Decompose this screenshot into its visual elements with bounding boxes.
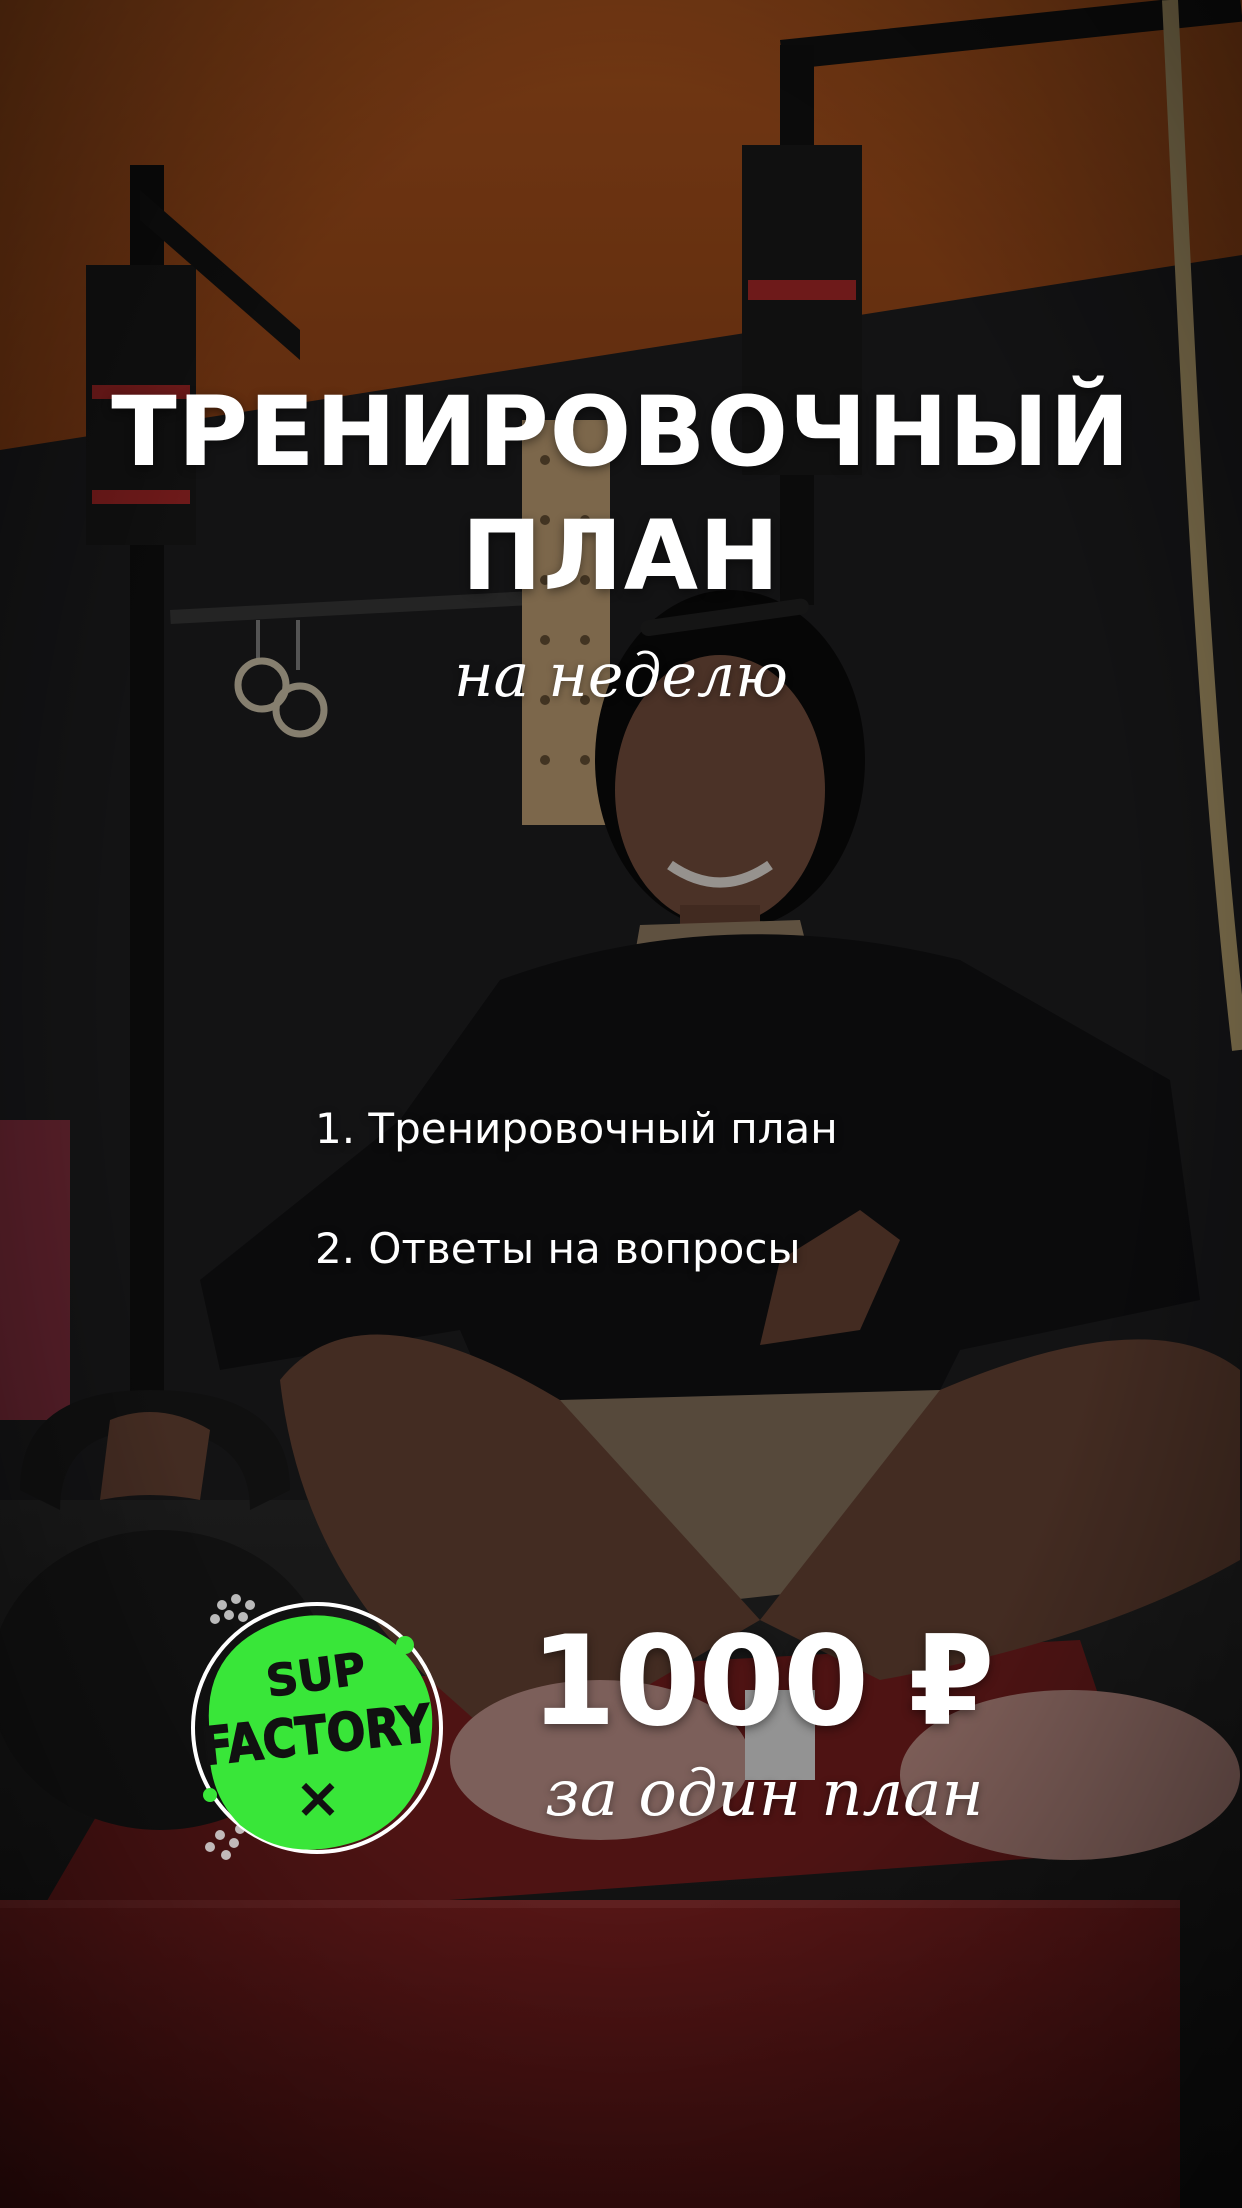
list-item: 2. Ответы на вопросы [315, 1224, 801, 1273]
poster: ТРЕНИРОВОЧНЫЙ ПЛАН на неделю 1. Трениров… [0, 0, 1242, 2208]
title-line-2: ПЛАН [461, 500, 781, 612]
price-note: за один план [545, 1757, 984, 1831]
logo-cross-mark: × [295, 1766, 342, 1831]
list-item: 1. Тренировочный план [315, 1104, 838, 1153]
title-line-1: ТРЕНИРОВОЧНЫЙ [111, 376, 1131, 488]
subtitle: на неделю [454, 641, 788, 711]
price: 1000 ₽ [530, 1610, 995, 1754]
feature-list: 1. Тренировочный план 2. Ответы на вопро… [315, 1108, 838, 1348]
sup-factory-logo: SUP FACTORY × [191, 1594, 443, 1860]
